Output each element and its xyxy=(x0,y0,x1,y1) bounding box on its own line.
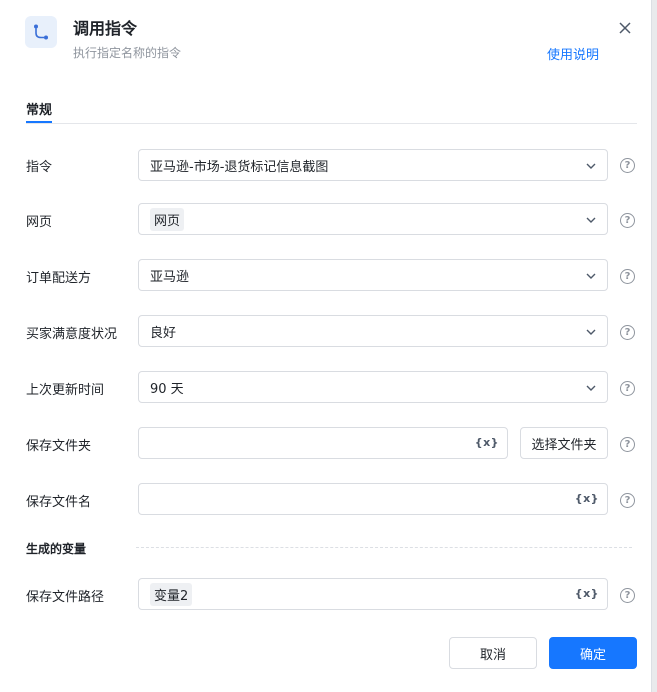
help-icon[interactable]: ? xyxy=(620,493,635,508)
filename-input[interactable]: {x} xyxy=(138,483,608,515)
command-select[interactable]: 亚马逊-市场-退货标记信息截图 xyxy=(138,149,608,181)
satisfaction-value: 良好 xyxy=(150,325,177,341)
updated-select[interactable]: 90 天 xyxy=(138,371,608,403)
help-icon[interactable]: ? xyxy=(620,325,635,340)
chevron-down-icon xyxy=(586,329,596,335)
satisfaction-label: 买家满意度状况 xyxy=(26,327,118,342)
help-icon[interactable]: ? xyxy=(620,269,635,284)
close-icon[interactable] xyxy=(614,17,636,39)
help-icon[interactable]: ? xyxy=(620,381,635,396)
chevron-down-icon xyxy=(586,217,596,223)
delivery-value: 亚马逊 xyxy=(150,269,190,285)
output-section-title: 生成的变量 xyxy=(26,542,87,556)
help-link[interactable]: 使用说明 xyxy=(547,44,599,63)
output-path-input[interactable]: 变量2 {x} xyxy=(138,578,608,610)
command-value: 亚马逊-市场-退货标记信息截图 xyxy=(150,159,329,175)
choose-folder-button[interactable]: 选择文件夹 xyxy=(520,427,608,459)
chevron-down-icon xyxy=(586,385,596,391)
webpage-label: 网页 xyxy=(26,215,53,230)
help-icon[interactable]: ? xyxy=(620,588,635,603)
chevron-down-icon xyxy=(586,273,596,279)
webpage-select[interactable]: 网页 xyxy=(138,203,608,235)
help-icon[interactable]: ? xyxy=(620,158,635,173)
confirm-button[interactable]: 确定 xyxy=(549,637,637,669)
tab-divider xyxy=(26,123,637,124)
variable-insert-button[interactable]: {x} xyxy=(575,587,599,600)
delivery-select[interactable]: 亚马逊 xyxy=(138,259,608,291)
satisfaction-select[interactable]: 良好 xyxy=(138,315,608,347)
tab-general[interactable]: 常规 xyxy=(26,99,52,118)
updated-label: 上次更新时间 xyxy=(26,383,105,398)
help-icon[interactable]: ? xyxy=(620,437,635,452)
invoke-command-dialog: 调用指令 执行指定名称的指令 使用说明 常规 指令 亚马逊-市场-退货标记信息截… xyxy=(0,0,652,692)
cancel-button[interactable]: 取消 xyxy=(449,637,537,669)
chevron-down-icon xyxy=(586,163,596,169)
dialog-title: 调用指令 xyxy=(73,19,138,38)
flow-route-icon xyxy=(25,16,57,48)
variable-insert-button[interactable]: {x} xyxy=(575,492,599,505)
filename-label: 保存文件名 xyxy=(26,495,92,510)
updated-value: 90 天 xyxy=(150,381,184,397)
delivery-label: 订单配送方 xyxy=(26,271,92,286)
folder-input[interactable]: {x} xyxy=(138,427,508,459)
output-path-label: 保存文件路径 xyxy=(26,590,105,605)
webpage-chip: 网页 xyxy=(150,207,185,231)
section-divider xyxy=(136,547,632,548)
help-icon[interactable]: ? xyxy=(620,213,635,228)
output-variable-chip: 变量2 xyxy=(150,582,193,606)
folder-label: 保存文件夹 xyxy=(26,439,92,454)
command-label: 指令 xyxy=(26,160,53,175)
variable-insert-button[interactable]: {x} xyxy=(475,436,499,449)
dialog-subtitle: 执行指定名称的指令 xyxy=(73,46,182,60)
